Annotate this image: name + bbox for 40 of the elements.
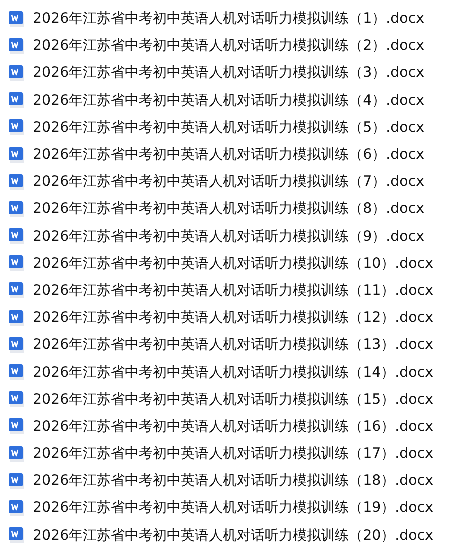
- word-document-icon: [8, 36, 26, 55]
- word-document-icon: [8, 281, 26, 300]
- word-document-icon: [8, 336, 26, 354]
- file-name[interactable]: 2026年江苏省中考初中英语人机对话听力模拟训练（2）.docx: [33, 36, 425, 56]
- word-document-icon: [8, 227, 26, 246]
- word-document-icon: [8, 91, 26, 110]
- file-name[interactable]: 2026年江苏省中考初中英语人机对话听力模拟训练（3）.docx: [33, 63, 425, 82]
- word-document-icon: [8, 472, 26, 490]
- file-name[interactable]: 2026年江苏省中考初中英语人机对话听力模拟训练（1）.docx: [33, 9, 425, 28]
- word-document-icon: [8, 498, 26, 517]
- file-name[interactable]: 2026年江苏省中考初中英语人机对话听力模拟训练（10）.docx: [33, 254, 434, 273]
- file-name[interactable]: 2026年江苏省中考初中英语人机对话听力模拟训练（14）.docx: [33, 362, 434, 382]
- file-name[interactable]: 2026年江苏省中考初中英语人机对话听力模拟训练（11）.docx: [33, 280, 434, 300]
- file-name[interactable]: 2026年江苏省中考初中英语人机对话听力模拟训练（16）.docx: [33, 416, 434, 436]
- word-document-icon: [8, 390, 26, 408]
- file-name[interactable]: 2026年江苏省中考初中英语人机对话听力模拟训练（7）.docx: [33, 172, 425, 192]
- file-name[interactable]: 2026年江苏省中考初中英语人机对话听力模拟训练（4）.docx: [33, 90, 425, 110]
- word-document-icon: [8, 200, 26, 218]
- word-document-icon: [8, 146, 26, 164]
- file-name[interactable]: 2026年江苏省中考初中英语人机对话听力模拟训练（9）.docx: [33, 226, 425, 246]
- word-document-icon: [8, 444, 26, 463]
- file-name[interactable]: 2026年江苏省中考初中英语人机对话听力模拟训练（18）.docx: [33, 471, 434, 490]
- word-document-icon: [8, 172, 26, 191]
- word-document-icon: [8, 417, 26, 436]
- word-document-icon: [8, 64, 26, 82]
- word-document-icon: [8, 10, 26, 28]
- word-document-icon: [8, 118, 26, 136]
- file-name[interactable]: 2026年江苏省中考初中英语人机对话听力模拟训练（6）.docx: [33, 145, 425, 164]
- file-name[interactable]: 2026年江苏省中考初中英语人机对话听力模拟训练（13）.docx: [33, 335, 434, 354]
- file-name[interactable]: 2026年江苏省中考初中英语人机对话听力模拟训练（8）.docx: [33, 199, 425, 218]
- file-name[interactable]: 2026年江苏省中考初中英语人机对话听力模拟训练（17）.docx: [33, 444, 434, 464]
- file-name[interactable]: 2026年江苏省中考初中英语人机对话听力模拟训练（15）.docx: [33, 390, 434, 409]
- file-name[interactable]: 2026年江苏省中考初中英语人机对话听力模拟训练（19）.docx: [33, 498, 434, 518]
- word-document-icon: [8, 308, 26, 327]
- word-document-icon: [8, 254, 26, 272]
- word-document-icon: [8, 363, 26, 382]
- file-name[interactable]: 2026年江苏省中考初中英语人机对话听力模拟训练（20）.docx: [33, 526, 434, 545]
- file-name[interactable]: 2026年江苏省中考初中英语人机对话听力模拟训练（5）.docx: [33, 118, 425, 137]
- file-name[interactable]: 2026年江苏省中考初中英语人机对话听力模拟训练（12）.docx: [33, 308, 434, 328]
- word-document-icon: [8, 526, 26, 544]
